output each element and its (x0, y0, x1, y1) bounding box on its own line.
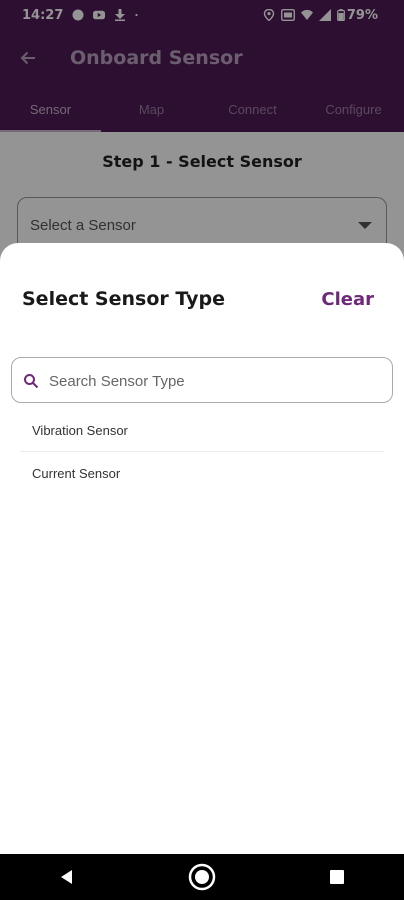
search-icon (24, 374, 39, 389)
system-nav-bar (0, 854, 404, 900)
search-input[interactable] (47, 364, 381, 398)
sensor-type-list: Vibration Sensor Current Sensor (20, 409, 384, 495)
back-triangle-icon (61, 870, 73, 884)
clear-button[interactable]: Clear (321, 289, 374, 310)
sheet-title: Select Sensor Type (22, 288, 225, 310)
list-item-vibration-sensor[interactable]: Vibration Sensor (20, 409, 384, 452)
search-field[interactable] (11, 357, 393, 403)
list-item-current-sensor[interactable]: Current Sensor (20, 452, 384, 495)
nav-recents-button[interactable] (314, 854, 360, 900)
nav-home-button[interactable] (179, 854, 225, 900)
nav-back-button[interactable] (44, 854, 90, 900)
home-circle-icon (188, 863, 216, 891)
recents-square-icon (329, 870, 344, 884)
bottom-sheet: Select Sensor Type Clear Vibration Senso… (0, 243, 404, 854)
